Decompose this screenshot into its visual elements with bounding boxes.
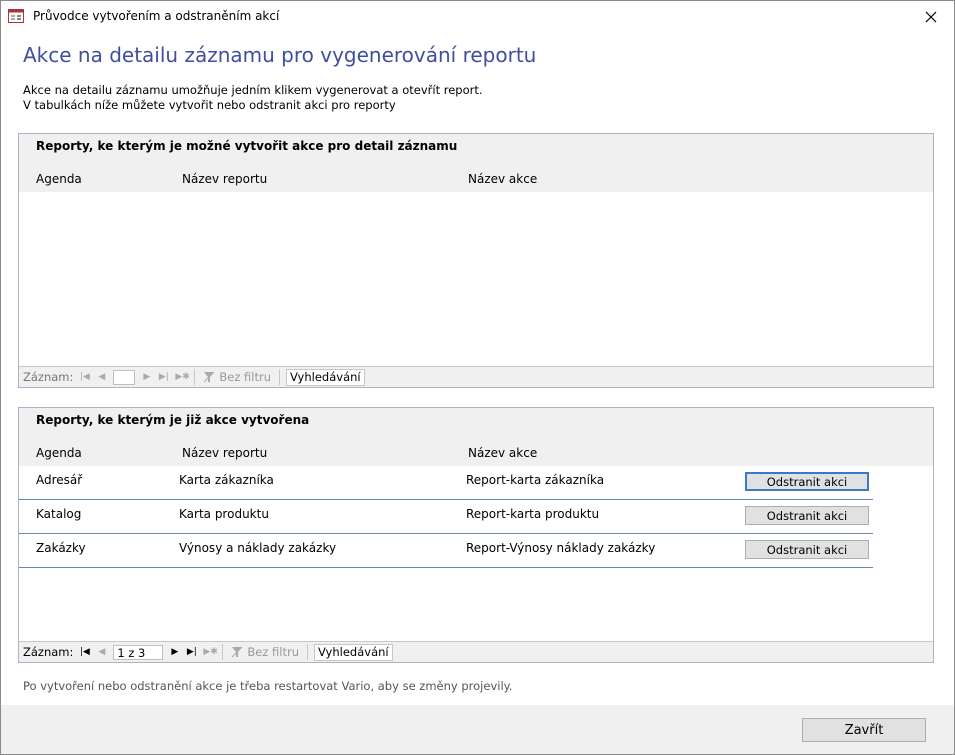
panel-header: Reporty, ke kterým je možné vytvořit akc…	[19, 134, 933, 192]
action-name-cell: Report-karta zákazníka	[466, 473, 605, 487]
search-input[interactable]: Vyhledávání	[286, 368, 365, 386]
panel-title: Reporty, ke kterým je již akce vytvořena	[36, 413, 310, 427]
agenda-cell: Katalog	[36, 507, 82, 521]
close-icon	[925, 11, 937, 23]
filter-label: Bez filtru	[219, 370, 271, 384]
delete-action-button[interactable]: Odstranit akci	[745, 540, 869, 559]
title-bar: Průvodce vytvořením a odstraněním akcí	[1, 1, 954, 33]
filter-icon	[232, 646, 243, 658]
action-name-cell: Report-karta produktu	[466, 507, 600, 521]
table-row: Adresář Karta zákazníka Report-karta zák…	[19, 466, 873, 500]
search-input[interactable]: Vyhledávání	[314, 643, 393, 661]
first-record-icon[interactable]: |◀	[79, 372, 90, 382]
current-record-input[interactable]	[113, 369, 136, 385]
agenda-cell: Zakázky	[36, 541, 86, 555]
record-label: Záznam:	[23, 645, 74, 659]
button-bar: Zavřít	[1, 705, 954, 754]
navigator-divider	[307, 644, 308, 660]
report-name-cell: Karta zákazníka	[179, 473, 274, 487]
column-header-agenda: Agenda	[36, 446, 82, 460]
column-header-report-name: Název reportu	[182, 172, 268, 186]
agenda-cell: Adresář	[36, 473, 83, 487]
navigator-divider	[194, 369, 196, 385]
column-header-agenda: Agenda	[36, 172, 82, 186]
table-row: Katalog Karta produktu Report-karta prod…	[19, 500, 873, 534]
filter-toggle[interactable]: Bez filtru	[231, 645, 299, 659]
table-row: Zakázky Výnosy a náklady zakázky Report-…	[19, 534, 873, 568]
panel-header: Reporty, ke kterým je již akce vytvořena…	[19, 408, 933, 466]
delete-action-button[interactable]: Odstranit akci	[745, 506, 869, 525]
column-header-report-name: Název reportu	[182, 446, 268, 460]
new-record-icon[interactable]: ▶✱	[203, 647, 217, 657]
column-header-action-name: Název akce	[468, 172, 538, 186]
navigator-divider	[222, 644, 224, 660]
window-close-button[interactable]	[908, 1, 954, 33]
filter-icon	[204, 371, 215, 383]
wizard-window: Průvodce vytvořením a odstraněním akcí A…	[0, 0, 955, 755]
record-navigator: Záznam: |◀ ◀ ▶ ▶| ▶✱ Bez filtru Vyhledáv…	[19, 366, 933, 387]
record-label: Záznam:	[23, 370, 74, 384]
first-record-icon[interactable]: |◀	[79, 647, 90, 657]
previous-record-icon[interactable]: ◀	[96, 372, 107, 382]
filter-label: Bez filtru	[247, 645, 299, 659]
record-navigator: Záznam: |◀ ◀ 1 z 3 ▶ ▶| ▶✱ Bez filtru Vy…	[19, 641, 933, 662]
action-name-cell: Report-Výnosy náklady zakázky	[466, 541, 656, 555]
close-button[interactable]: Zavřít	[802, 718, 926, 742]
column-header-action-name: Název akce	[468, 446, 538, 460]
last-record-icon[interactable]: ▶|	[186, 647, 197, 657]
available-reports-panel: Reporty, ke kterým je možné vytvořit akc…	[18, 133, 934, 388]
panel-title: Reporty, ke kterým je možné vytvořit akc…	[36, 139, 458, 153]
last-record-icon[interactable]: ▶|	[158, 372, 169, 382]
next-record-icon[interactable]: ▶	[169, 647, 180, 657]
form-body: Akce na detailu záznamu pro vygenerování…	[1, 33, 954, 754]
previous-record-icon[interactable]: ◀	[96, 647, 107, 657]
delete-action-button[interactable]: Odstranit akci	[745, 472, 869, 491]
current-record-input[interactable]: 1 z 3	[113, 644, 164, 660]
created-actions-panel: Reporty, ke kterým je již akce vytvořena…	[18, 407, 934, 663]
filter-toggle[interactable]: Bez filtru	[203, 370, 271, 384]
page-title: Akce na detailu záznamu pro vygenerování…	[23, 43, 537, 67]
report-name-cell: Karta produktu	[179, 507, 269, 521]
restart-note: Po vytvoření nebo odstranění akce je tře…	[23, 679, 513, 693]
window-title: Průvodce vytvořením a odstraněním akcí	[33, 9, 280, 23]
description-line-1: Akce na detailu záznamu umožňuje jedním …	[23, 83, 483, 97]
navigator-divider	[279, 369, 280, 385]
new-record-icon[interactable]: ▶✱	[175, 372, 189, 382]
description-line-2: V tabulkách níže můžete vytvořit nebo od…	[23, 98, 396, 112]
next-record-icon[interactable]: ▶	[141, 372, 152, 382]
report-name-cell: Výnosy a náklady zakázky	[179, 541, 337, 555]
form-icon	[8, 9, 24, 23]
